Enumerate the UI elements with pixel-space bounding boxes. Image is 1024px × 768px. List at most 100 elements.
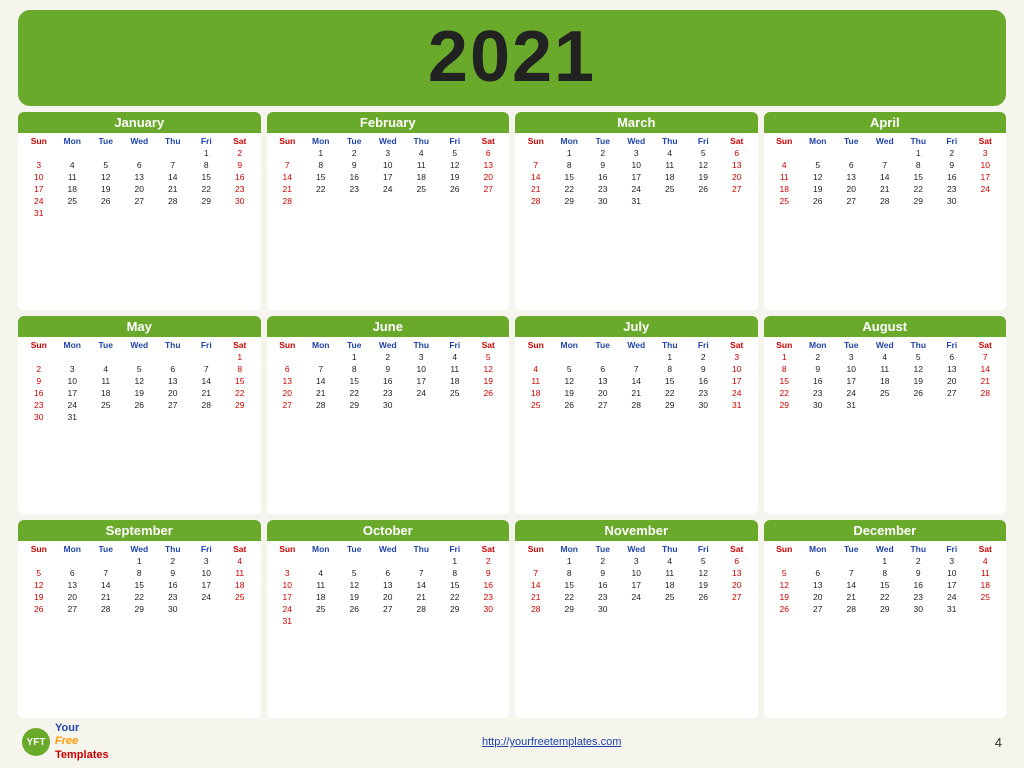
- day-cell: [438, 411, 472, 413]
- day-cell: 29: [868, 603, 902, 615]
- day-cell: [304, 555, 338, 567]
- day-cell: 11: [969, 567, 1003, 579]
- day-cell: 20: [371, 591, 405, 603]
- day-cell: 20: [935, 375, 969, 387]
- month-header: December: [764, 520, 1007, 541]
- day-cell: [338, 615, 372, 627]
- day-cell: 13: [935, 363, 969, 375]
- day-cell: [835, 615, 869, 617]
- footer-url[interactable]: http://yourfreetemplates.com: [482, 736, 621, 748]
- day-cell: 2: [586, 147, 620, 159]
- day-cell: [902, 615, 936, 617]
- day-cell: 3: [22, 159, 56, 171]
- day-header-tue: Tue: [586, 543, 620, 555]
- day-cell: 11: [438, 363, 472, 375]
- day-cell: 18: [223, 579, 257, 591]
- day-cell: 26: [338, 603, 372, 615]
- day-cell: 8: [653, 363, 687, 375]
- day-header-mon: Mon: [801, 543, 835, 555]
- day-headers: SunMonTueWedThuFriSat: [519, 135, 754, 147]
- day-cell: 31: [835, 399, 869, 411]
- day-cell: [969, 411, 1003, 413]
- week-row: 123456: [271, 147, 506, 159]
- day-cell: [835, 147, 869, 159]
- day-cell: 4: [89, 363, 123, 375]
- day-cell: 29: [223, 399, 257, 411]
- day-cell: [586, 207, 620, 209]
- day-cell: [969, 207, 1003, 209]
- day-cell: 28: [868, 195, 902, 207]
- day-cell: 23: [223, 183, 257, 195]
- day-cell: [586, 615, 620, 617]
- week-row: 1234567: [768, 351, 1003, 363]
- day-cell: 30: [586, 603, 620, 615]
- day-cell: 12: [687, 567, 721, 579]
- day-cell: 6: [720, 147, 754, 159]
- day-cell: 17: [720, 375, 754, 387]
- day-cell: [801, 615, 835, 617]
- day-cell: 23: [472, 591, 506, 603]
- day-cell: 24: [405, 387, 439, 399]
- day-header-sun: Sun: [519, 543, 553, 555]
- day-cell: 7: [304, 363, 338, 375]
- week-row: 21222324252627: [271, 183, 506, 195]
- day-cell: 1: [223, 351, 257, 363]
- day-cell: 29: [653, 399, 687, 411]
- day-cell: 18: [653, 171, 687, 183]
- day-cell: 27: [156, 399, 190, 411]
- day-cell: 8: [768, 363, 802, 375]
- day-header-wed: Wed: [123, 339, 157, 351]
- day-cell: 13: [56, 579, 90, 591]
- month-block-april: AprilSunMonTueWedThuFriSat12345678910111…: [764, 112, 1007, 310]
- day-cell: 12: [472, 363, 506, 375]
- day-cell: [902, 399, 936, 411]
- day-cell: 25: [304, 603, 338, 615]
- day-cell: [304, 411, 338, 413]
- day-cell: 21: [89, 591, 123, 603]
- day-cell: 23: [586, 183, 620, 195]
- day-cell: 26: [472, 387, 506, 399]
- day-cell: 22: [553, 183, 587, 195]
- month-header: November: [515, 520, 758, 541]
- day-cell: 5: [22, 567, 56, 579]
- day-cell: 10: [271, 579, 305, 591]
- week-row: 123: [519, 351, 754, 363]
- day-cell: 5: [801, 159, 835, 171]
- day-header-sat: Sat: [223, 543, 257, 555]
- day-cell: 19: [687, 579, 721, 591]
- day-cell: [687, 411, 721, 413]
- day-cell: [89, 615, 123, 617]
- day-cell: 9: [586, 567, 620, 579]
- day-cell: 2: [371, 351, 405, 363]
- day-header-fri: Fri: [935, 135, 969, 147]
- day-cell: [720, 615, 754, 617]
- day-cell: 10: [56, 375, 90, 387]
- day-cell: 10: [935, 567, 969, 579]
- day-cell: 11: [653, 159, 687, 171]
- day-cell: 3: [835, 351, 869, 363]
- month-block-november: NovemberSunMonTueWedThuFriSat12345678910…: [515, 520, 758, 718]
- day-cell: 29: [190, 195, 224, 207]
- day-header-wed: Wed: [123, 543, 157, 555]
- footer-page: 4: [995, 735, 1002, 750]
- day-cell: 29: [438, 603, 472, 615]
- day-cell: 3: [620, 555, 654, 567]
- day-cell: 12: [553, 375, 587, 387]
- week-row: 3456789: [22, 159, 257, 171]
- day-cell: [620, 603, 654, 615]
- day-header-wed: Wed: [620, 339, 654, 351]
- week-row: 12: [271, 555, 506, 567]
- day-cell: 13: [156, 375, 190, 387]
- week-row: 123456: [519, 147, 754, 159]
- day-cell: 26: [801, 195, 835, 207]
- day-cell: 15: [902, 171, 936, 183]
- day-cell: 13: [271, 375, 305, 387]
- day-headers: SunMonTueWedThuFriSat: [768, 543, 1003, 555]
- day-cell: 15: [553, 579, 587, 591]
- day-cell: 12: [338, 579, 372, 591]
- week-row: 19202122232425: [22, 591, 257, 603]
- day-header-tue: Tue: [586, 135, 620, 147]
- day-cell: 30: [801, 399, 835, 411]
- day-header-sun: Sun: [768, 135, 802, 147]
- day-header-sat: Sat: [969, 135, 1003, 147]
